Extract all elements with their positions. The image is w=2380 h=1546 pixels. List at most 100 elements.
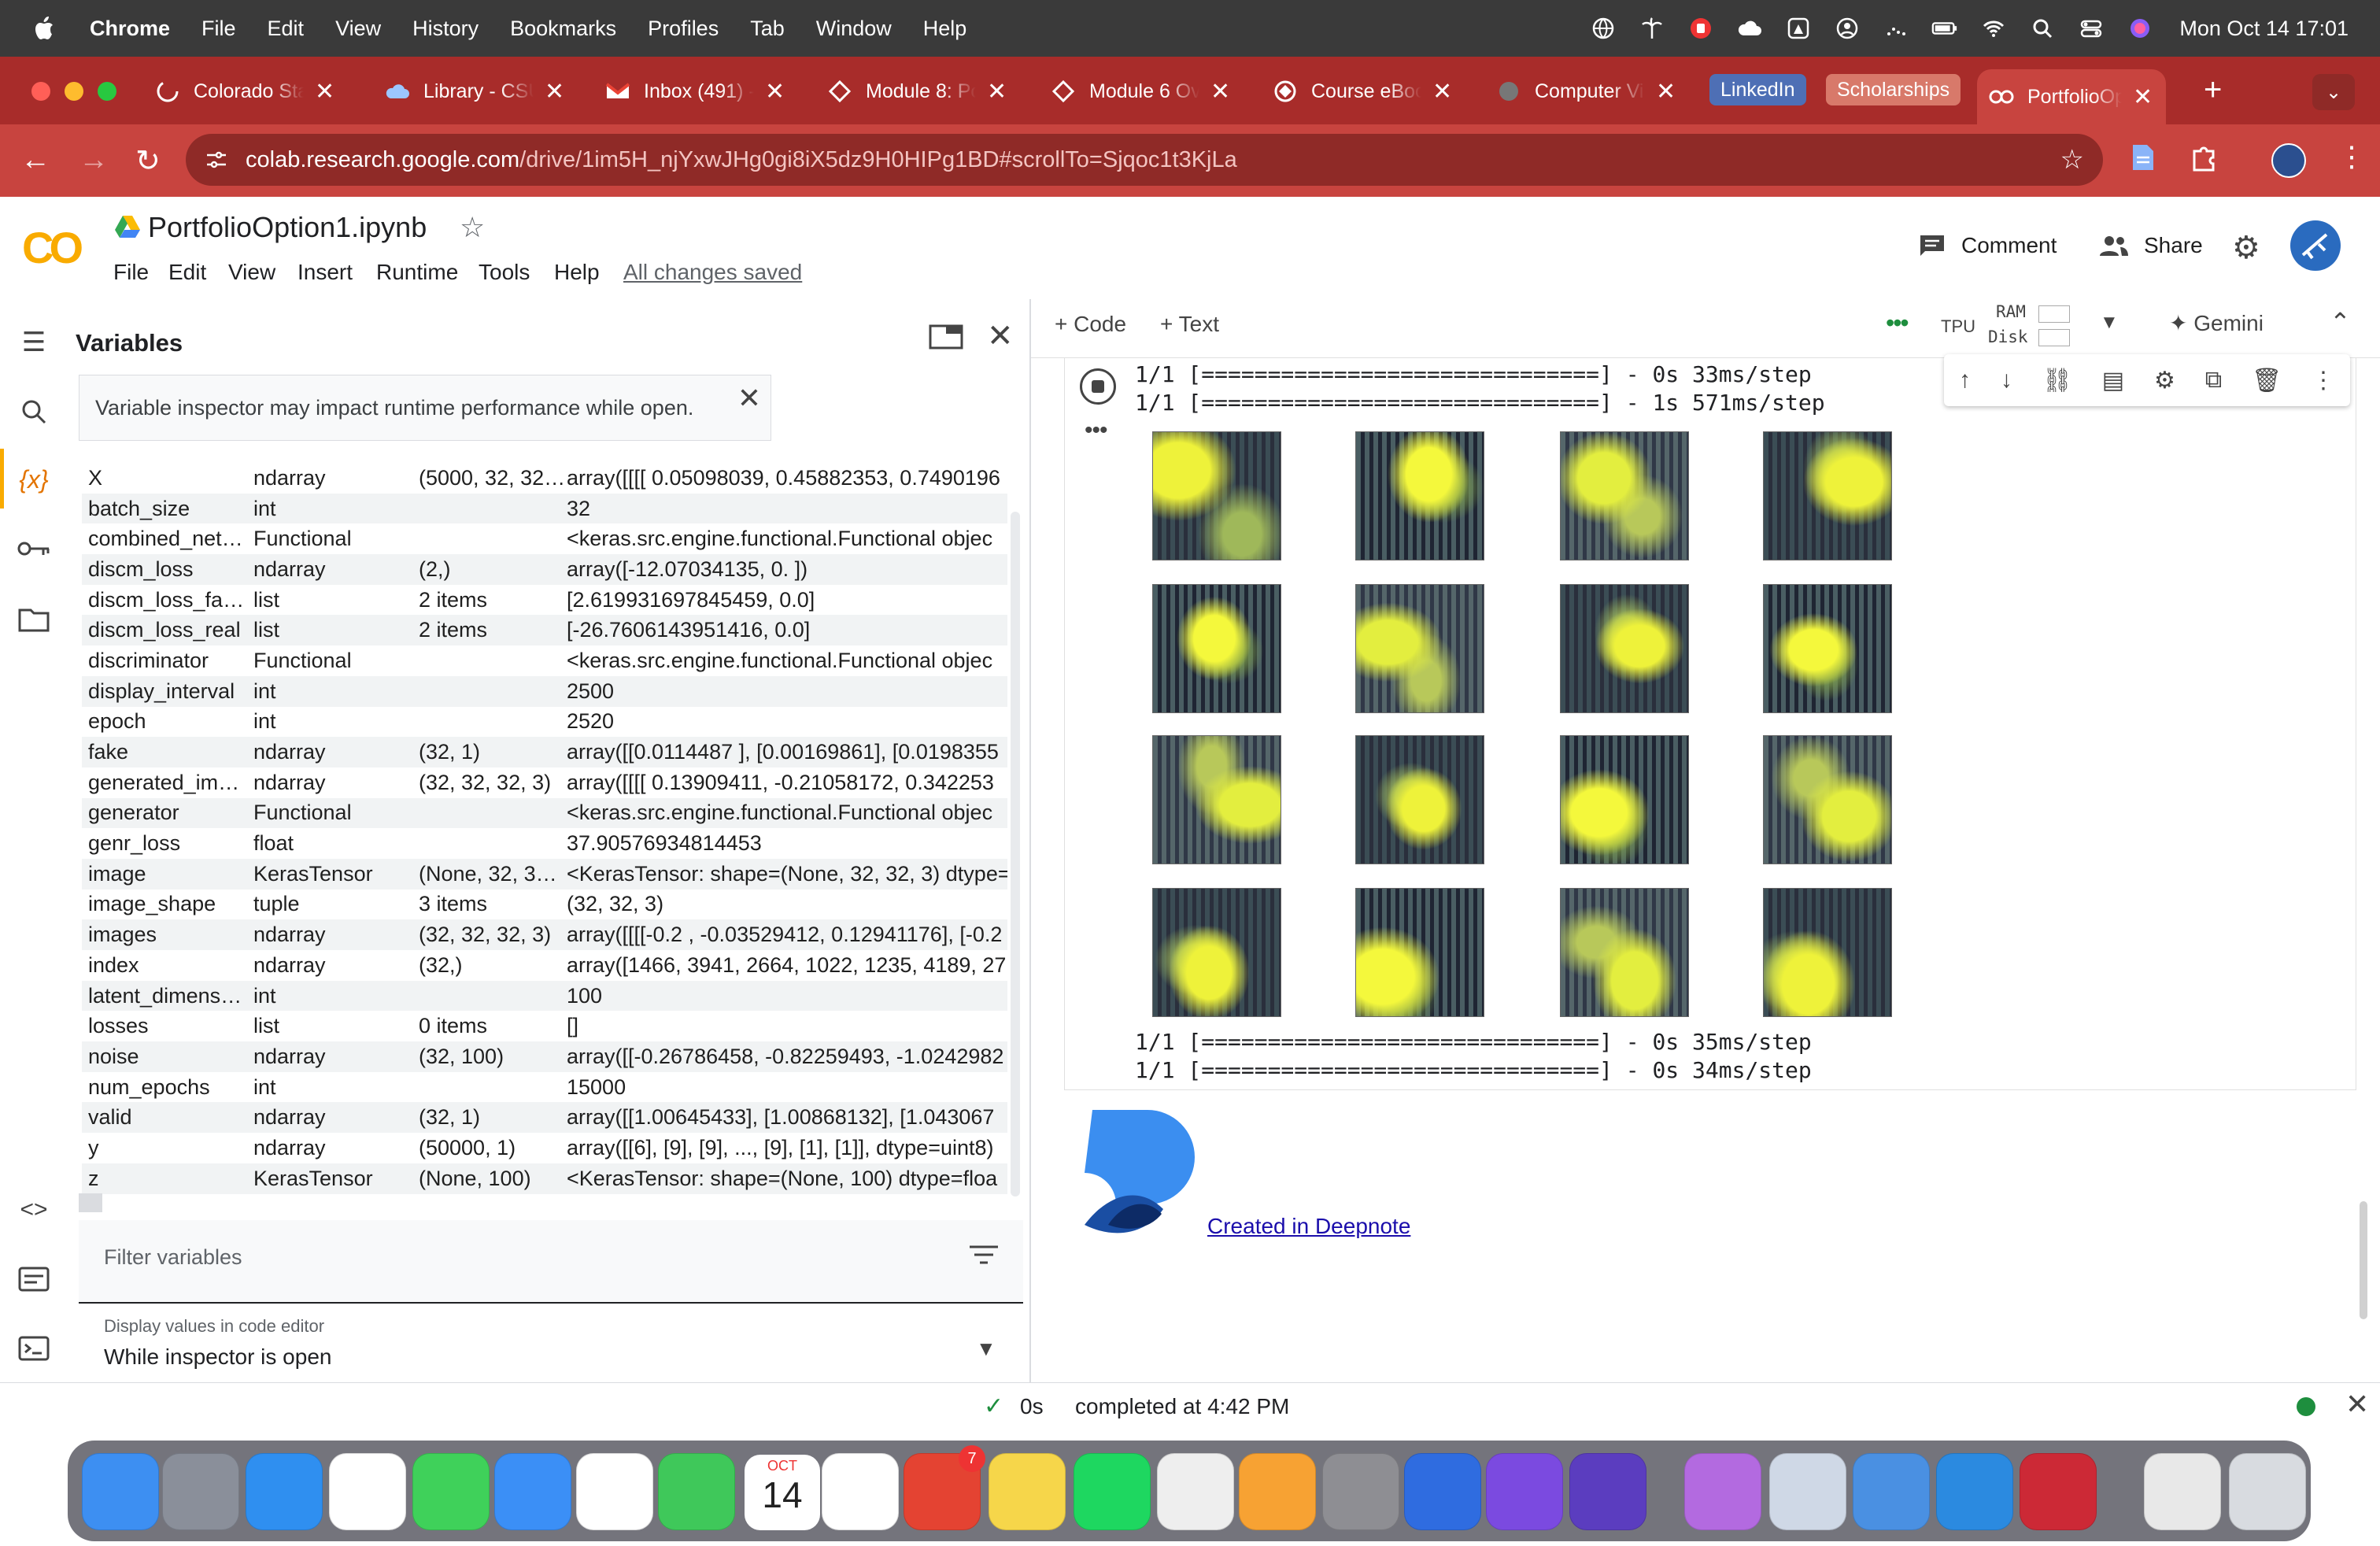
variable-row[interactable]: Xndarray (5000, 32, 32… array([[[[ 0.05098… xyxy=(82,463,1007,494)
move-up-icon[interactable]: ↑ xyxy=(1959,367,1971,394)
chrome-menu-icon[interactable]: ⋮ xyxy=(2338,140,2366,173)
variable-row[interactable]: y ndarray (50000, 1) array([[6], [9], [9], … xyxy=(82,1133,1007,1163)
github-desktop-icon[interactable] xyxy=(1486,1453,1563,1530)
docs-extension-icon[interactable] xyxy=(2131,143,2155,176)
new-tab-icon[interactable]: + xyxy=(2204,72,2222,108)
star-notebook-icon[interactable]: ☆ xyxy=(460,211,485,244)
runtime-more-icon[interactable]: ••• xyxy=(1886,309,1909,338)
battery-icon[interactable] xyxy=(1931,17,1959,40)
notebook-scrollbar[interactable] xyxy=(2360,1201,2367,1319)
tab-search-chevron-icon[interactable]: ⌄ xyxy=(2312,74,2355,110)
deepnote-logo[interactable] xyxy=(1077,1107,1206,1240)
variable-row[interactable]: discriminator Functional <keras.src.engine… xyxy=(82,645,1007,676)
facetime-icon[interactable] xyxy=(658,1453,735,1530)
variable-row[interactable]: images ndarray (32, 32, 32, 3) array([[[[-0… xyxy=(82,919,1007,950)
extensions-puzzle-icon[interactable] xyxy=(2190,143,2218,176)
close-tab-icon[interactable]: ✕ xyxy=(765,78,785,105)
stop-run-button[interactable] xyxy=(1080,368,1116,405)
obsidian-icon[interactable] xyxy=(1569,1453,1646,1530)
forward-arrow-icon[interactable]: → xyxy=(79,143,109,177)
tab-inbox[interactable]: Inbox (491) - ✕ xyxy=(604,69,785,113)
variable-row[interactable]: index ndarray (32,) array([1466, 3941, 2664… xyxy=(82,950,1007,981)
flower-app-icon[interactable] xyxy=(1684,1453,1761,1530)
add-code-button[interactable]: + Code xyxy=(1055,312,1126,337)
filter-variables-input[interactable]: Filter variables xyxy=(79,1220,1023,1304)
trash-icon[interactable] xyxy=(2229,1453,2306,1530)
swift-icon[interactable] xyxy=(1853,1453,1930,1530)
cell-more-icon[interactable]: ⋮ xyxy=(2312,367,2335,394)
variable-row[interactable]: epoch int 2520 xyxy=(82,707,1007,738)
variable-row[interactable]: display_interval int 2500 xyxy=(82,675,1007,707)
apple-icon[interactable] xyxy=(31,15,55,42)
execution-time[interactable]: 0s xyxy=(1020,1394,1044,1419)
back-arrow-icon[interactable]: ← xyxy=(20,143,50,177)
site-settings-icon[interactable] xyxy=(205,150,228,170)
variables-icon[interactable]: {x} xyxy=(14,460,54,499)
table-of-contents-icon[interactable]: ☰ xyxy=(14,323,54,362)
variable-row[interactable]: generator Functional <keras.src.engine.fun… xyxy=(82,797,1007,829)
close-tab-icon[interactable]: ✕ xyxy=(1656,78,1676,105)
variable-row[interactable]: noise ndarray (32, 100) array([[-0.26786458… xyxy=(82,1041,1007,1072)
siri-icon[interactable] xyxy=(2126,17,2154,40)
menu-window[interactable]: Window xyxy=(816,17,892,41)
terminal-icon[interactable] xyxy=(14,1329,54,1368)
tab-module-6[interactable]: Module 6 Ov ✕ xyxy=(1050,69,1230,113)
text-file-icon[interactable] xyxy=(1157,1453,1234,1530)
close-tab-icon[interactable]: ✕ xyxy=(545,78,564,105)
menu-bookmarks[interactable]: Bookmarks xyxy=(510,17,616,41)
launchpad-icon[interactable] xyxy=(162,1453,239,1530)
vscode-icon[interactable] xyxy=(1936,1453,2013,1530)
secrets-key-icon[interactable] xyxy=(14,529,54,568)
variable-row[interactable]: discm_loss_fa… list 2 items [2.619931697845… xyxy=(82,585,1007,616)
variable-row[interactable]: generated_im… ndarray (32, 32, 32, 3) array… xyxy=(82,767,1007,798)
bookmark-star-icon[interactable]: ☆ xyxy=(2060,144,2084,176)
share-button[interactable]: Share xyxy=(2098,233,2203,258)
colab-logo[interactable]: CO xyxy=(22,222,83,273)
menu-file[interactable]: File xyxy=(201,17,236,41)
tab-computer-vision[interactable]: Computer Vi ✕ xyxy=(1495,69,1676,113)
variable-row[interactable]: fake ndarray (32, 1) array([[0.0114487 ], [… xyxy=(82,737,1007,767)
code-snippets-icon[interactable]: <> xyxy=(14,1190,54,1230)
safari-icon[interactable] xyxy=(246,1453,323,1530)
palm-tree-icon[interactable] xyxy=(1638,17,1666,40)
close-status-icon[interactable]: ✕ xyxy=(2345,1388,2369,1421)
preview-icon[interactable] xyxy=(1769,1453,1846,1530)
save-status[interactable]: All changes saved xyxy=(623,260,802,285)
output-actions-icon[interactable]: ••• xyxy=(1085,417,1107,444)
documents-stack-icon[interactable] xyxy=(2144,1453,2221,1530)
tab-portfolio-active[interactable]: PortfolioOpt ✕ xyxy=(1977,69,2166,124)
messages-icon[interactable] xyxy=(412,1453,490,1530)
connected-dot-icon[interactable] xyxy=(2297,1397,2315,1416)
tab-library-csu[interactable]: Library - CSU ✕ xyxy=(384,69,564,113)
close-tab-icon[interactable]: ✕ xyxy=(2133,83,2153,111)
close-tab-icon[interactable]: ✕ xyxy=(987,78,1007,105)
variable-row[interactable]: image_shape tuple 3 items (32, 32, 3) xyxy=(82,890,1007,920)
close-window-button[interactable] xyxy=(31,82,50,101)
mail-icon[interactable] xyxy=(494,1453,571,1530)
cloud-icon[interactable] xyxy=(1735,17,1764,40)
search-icon[interactable] xyxy=(14,392,54,431)
delete-cell-icon[interactable]: 🗑 xyxy=(2252,367,2282,394)
close-tab-icon[interactable]: ✕ xyxy=(315,78,334,105)
tab-course-ebook[interactable]: Course eBoo ✕ xyxy=(1272,69,1452,113)
reload-icon[interactable]: ↻ xyxy=(135,143,161,179)
notes-icon[interactable] xyxy=(989,1453,1066,1530)
zotero-icon[interactable] xyxy=(2020,1453,2097,1530)
variable-row[interactable]: z KerasTensor (None, 100) <KerasTensor: sha… xyxy=(82,1163,1007,1194)
spotlight-icon[interactable] xyxy=(2028,17,2057,40)
stage-icon[interactable] xyxy=(1784,17,1813,40)
recording-icon[interactable] xyxy=(1687,17,1715,40)
tab-group-linkedin[interactable]: LinkedIn xyxy=(1709,74,1806,105)
globe-icon[interactable] xyxy=(1589,17,1617,40)
chrome-icon[interactable] xyxy=(329,1453,406,1530)
minimize-window-button[interactable] xyxy=(65,82,83,101)
colab-menu-help[interactable]: Help xyxy=(554,260,600,285)
mirror-cell-icon[interactable]: ⧉ xyxy=(2205,367,2222,394)
settings-gear-icon[interactable]: ⚙ xyxy=(2232,230,2260,266)
tab-module-8[interactable]: Module 8: Po ✕ xyxy=(826,69,1007,113)
variable-row[interactable]: num_epochs int 15000 xyxy=(82,1072,1007,1103)
menu-view[interactable]: View xyxy=(335,17,381,41)
ram-meter[interactable] xyxy=(2038,305,2070,323)
move-down-icon[interactable]: ↓ xyxy=(2001,367,2012,394)
completion-status[interactable]: completed at 4:42 PM xyxy=(1075,1394,1289,1419)
